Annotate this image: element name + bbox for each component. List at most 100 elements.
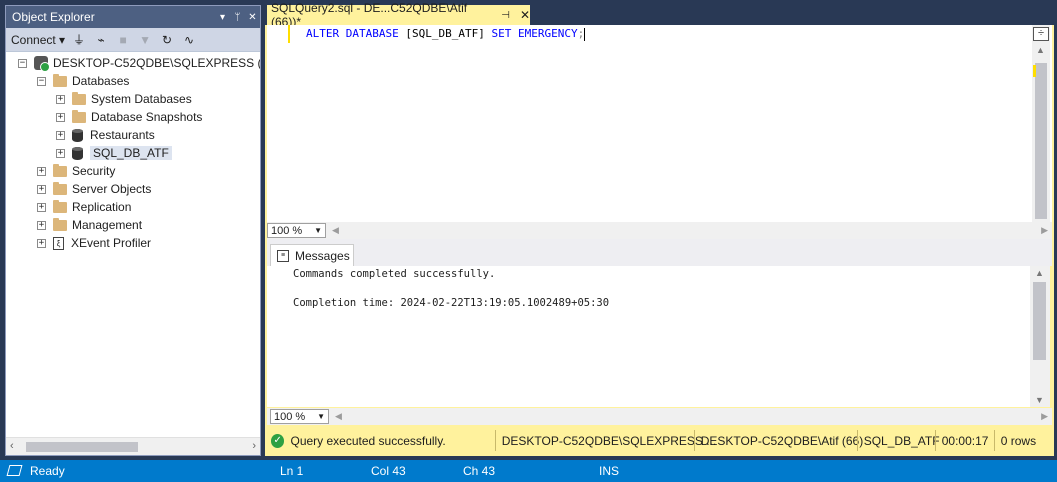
tree-node-database-snapshots[interactable]: + Database Snapshots [56, 108, 202, 126]
expand-icon[interactable]: + [37, 184, 46, 194]
folder-icon [53, 73, 67, 87]
tree-node-label: Security [72, 164, 116, 178]
object-explorer-title: Object Explorer [12, 10, 95, 24]
tab-label: Messages [295, 248, 350, 263]
zoom-value: 100 % [274, 410, 306, 423]
keyword: DATABASE [345, 27, 399, 40]
tree-node-system-databases[interactable]: + System Databases [56, 90, 192, 108]
tree-node-label: XEvent Profiler [71, 236, 152, 250]
scroll-left-icon[interactable]: ‹ [10, 440, 14, 452]
status-line: Ln 1 [280, 464, 304, 478]
database-icon [72, 128, 83, 142]
zoom-value: 100 % [271, 224, 303, 237]
expand-icon[interactable]: + [37, 220, 46, 230]
window-position-dropdown-icon[interactable]: ▾ [215, 12, 230, 23]
completion-time-line: Completion time: 2024-02-22T13:19:05.100… [293, 297, 610, 309]
scroll-right-icon[interactable]: ▶ [1041, 411, 1048, 422]
tree-node-replication[interactable]: + Replication [37, 198, 131, 216]
disconnect-icon[interactable]: ⌁ [93, 32, 109, 48]
object-explorer-horizontal-scrollbar[interactable]: ‹ › [6, 437, 260, 455]
object-explorer-toolbar: Connect ▾ ⏚ ⌁ ■ ▼ ↻ ∿ [6, 28, 260, 52]
expand-icon[interactable]: + [37, 202, 46, 212]
scroll-left-icon[interactable]: ◀ [335, 411, 342, 422]
scroll-down-icon[interactable]: ▼ [1035, 395, 1044, 405]
scroll-right-icon[interactable]: › [252, 440, 256, 452]
tree-node-xevent-profiler[interactable]: + ξ XEvent Profiler [37, 234, 151, 252]
tree-node-label: Server Objects [72, 182, 152, 196]
editor-zoom-bar: 100 % ▼ ◀ ▶ [267, 222, 1052, 239]
collapse-icon[interactable]: − [37, 76, 46, 86]
scroll-up-icon[interactable]: ▲ [1035, 268, 1044, 278]
tab-messages[interactable]: ≡ Messages [270, 244, 354, 266]
expand-icon[interactable]: + [37, 166, 46, 176]
server-name: DESKTOP-C52QDBE\SQLEXPRESS ... [494, 430, 716, 451]
tab-sqlquery2[interactable]: SQLQuery2.sql - DE...C52QDBE\Atif (66))*… [267, 1, 530, 29]
text-caret [584, 27, 586, 41]
scrollbar-thumb[interactable] [1035, 63, 1047, 219]
main-status-bar: Ready Ln 1 Col 43 Ch 43 INS [0, 460, 1057, 482]
message-line: Commands completed successfully. [293, 268, 496, 280]
messages-zoom-bar: 100 % ▼ ◀ ▶ [267, 408, 1052, 425]
tree-node-label: System Databases [91, 92, 192, 106]
database-name: SQL_DB_ATF [856, 430, 940, 451]
scroll-up-icon[interactable]: ▲ [1036, 45, 1045, 55]
database-icon [72, 146, 83, 160]
xevent-profiler-icon: ξ [53, 236, 64, 250]
folder-icon [53, 199, 67, 213]
collapse-icon[interactable]: − [18, 58, 27, 68]
tree-node-sql-db-atf[interactable]: + SQL_DB_ATF [56, 144, 172, 162]
tree-node-databases[interactable]: − Databases [37, 72, 129, 90]
close-tab-icon[interactable]: ✕ [520, 8, 530, 22]
chevron-down-icon: ▼ [317, 412, 325, 421]
expand-icon[interactable]: + [56, 148, 65, 158]
messages-pane[interactable]: Commands completed successfully. Complet… [267, 266, 1030, 407]
scroll-right-icon[interactable]: ▶ [1041, 225, 1048, 236]
split-window-icon[interactable]: ÷ [1033, 27, 1049, 41]
expand-icon[interactable]: + [56, 94, 65, 104]
tree-node-restaurants[interactable]: + Restaurants [56, 126, 155, 144]
activity-monitor-icon[interactable]: ∿ [181, 32, 197, 48]
code-line-1[interactable]: ALTER DATABASE [SQL_DB_ATF] SET EMERGENC… [306, 27, 586, 41]
tree-node-label: Database Snapshots [91, 110, 203, 124]
messages-zoom-select[interactable]: 100 % ▼ [270, 409, 329, 424]
sql-editor[interactable]: ALTER DATABASE [SQL_DB_ATF] SET EMERGENC… [267, 25, 1052, 222]
tree-node-label: Restaurants [90, 128, 155, 142]
close-icon[interactable]: ✕ [245, 12, 260, 23]
expand-icon[interactable]: + [56, 130, 65, 140]
scrollbar-thumb[interactable] [1033, 282, 1046, 360]
expand-icon[interactable]: + [56, 112, 65, 122]
connect-button[interactable]: Connect ▾ [11, 33, 65, 47]
stop-icon[interactable]: ■ [115, 32, 131, 48]
change-marker [1033, 65, 1036, 77]
status-column: Col 43 [371, 464, 406, 478]
tree-node-label: Databases [72, 74, 130, 88]
query-status-message: Query executed successfully. [290, 433, 446, 448]
tree-node-server[interactable]: − DESKTOP-C52QDBE\SQLEXPRESS (SQL [18, 54, 260, 72]
scrollbar-thumb[interactable] [26, 442, 138, 452]
tree-node-security[interactable]: + Security [37, 162, 115, 180]
scroll-left-icon[interactable]: ◀ [332, 225, 339, 236]
editor-vertical-scrollbar[interactable]: ÷ ▲ [1032, 25, 1050, 222]
elapsed-time: 00:00:17 [934, 430, 994, 451]
keyword: ALTER [306, 27, 340, 40]
expand-icon[interactable]: + [37, 238, 46, 248]
filter-icon[interactable]: ▼ [137, 32, 153, 48]
messages-vertical-scrollbar[interactable]: ▲ ▼ [1030, 266, 1050, 407]
connect-plug-icon[interactable]: ⏚ [71, 32, 87, 48]
keyword: EMERGENCY [517, 27, 578, 40]
folder-icon [72, 109, 86, 123]
editor-zoom-select[interactable]: 100 % ▼ [267, 223, 326, 238]
object-explorer-tree: − DESKTOP-C52QDBE\SQLEXPRESS (SQL − Data… [6, 53, 260, 437]
refresh-icon[interactable]: ↻ [159, 32, 175, 48]
tree-node-server-objects[interactable]: + Server Objects [37, 180, 151, 198]
results-tab-strip: ≡ Messages [267, 244, 1052, 266]
tree-node-management[interactable]: + Management [37, 216, 142, 234]
messages-icon: ≡ [277, 249, 289, 262]
tree-node-label: SQL_DB_ATF [90, 146, 172, 160]
object-explorer-titlebar: Object Explorer ▾ ᛘ ✕ [6, 6, 260, 28]
server-icon [34, 56, 50, 72]
output-window-icon[interactable] [6, 465, 23, 476]
pin-icon[interactable]: ⊣ [501, 10, 510, 21]
change-tracking-margin [288, 25, 290, 43]
pin-icon[interactable]: ᛘ [230, 12, 245, 23]
